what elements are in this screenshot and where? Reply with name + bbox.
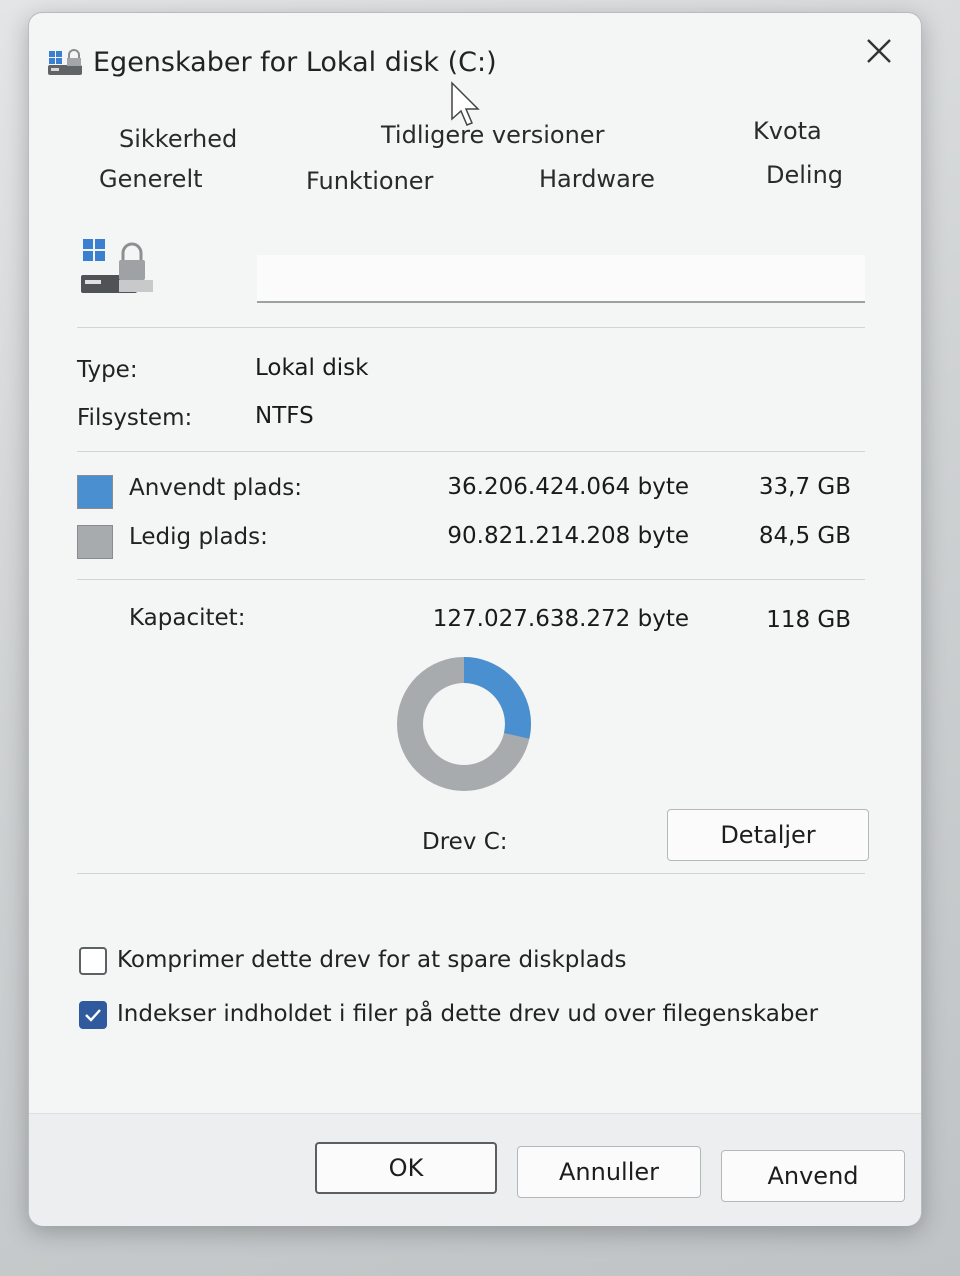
free-space-size: 84,5 GB xyxy=(758,523,851,549)
drive-name-input[interactable] xyxy=(257,255,865,303)
compress-checkbox[interactable] xyxy=(79,947,107,975)
index-label: Indekser indholdet i filer på dette drev… xyxy=(117,1001,819,1027)
dialog-footer: OK Annuller Anvend xyxy=(29,1113,921,1226)
drive-lock-icon xyxy=(81,235,155,297)
apply-button[interactable]: Anvend xyxy=(721,1150,905,1202)
cancel-button[interactable]: Annuller xyxy=(517,1146,701,1198)
properties-dialog: Egenskaber for Lokal disk (C:) Sikkerhed… xyxy=(28,12,922,1226)
separator xyxy=(77,451,865,452)
details-button[interactable]: Detaljer xyxy=(667,809,869,861)
separator xyxy=(77,579,865,580)
separator xyxy=(77,873,865,874)
window-title: Egenskaber for Lokal disk (C:) xyxy=(93,47,497,78)
ok-button[interactable]: OK xyxy=(315,1142,497,1194)
tab-kvota[interactable]: Kvota xyxy=(753,117,822,145)
capacity-size: 118 GB xyxy=(766,607,851,633)
compress-label: Komprimer dette drev for at spare diskpl… xyxy=(117,947,627,973)
tab-sikkerhed[interactable]: Sikkerhed xyxy=(119,125,237,153)
filesystem-value: NTFS xyxy=(255,403,314,429)
used-space-bytes: 36.206.424.064 byte xyxy=(447,474,689,500)
drive-icon xyxy=(47,47,83,77)
tab-funktioner[interactable]: Funktioner xyxy=(306,167,433,195)
used-space-label: Anvendt plads: xyxy=(129,475,302,501)
filesystem-label: Filsystem: xyxy=(77,405,193,431)
used-space-size: 33,7 GB xyxy=(758,474,851,500)
type-value: Lokal disk xyxy=(255,355,369,381)
capacity-label: Kapacitet: xyxy=(129,605,246,631)
drive-label: Drev C: xyxy=(422,829,508,855)
tab-deling[interactable]: Deling xyxy=(766,161,843,189)
close-button[interactable] xyxy=(859,31,899,71)
tab-hardware[interactable]: Hardware xyxy=(539,165,655,193)
tab-tidligere-versioner[interactable]: Tidligere versioner xyxy=(381,121,604,149)
checkmark-icon xyxy=(85,1009,101,1022)
index-checkbox[interactable] xyxy=(79,1001,107,1029)
disk-usage-donut xyxy=(395,655,533,793)
separator xyxy=(77,327,865,328)
free-space-swatch xyxy=(77,525,113,559)
used-space-swatch xyxy=(77,475,113,509)
close-icon xyxy=(867,39,891,63)
capacity-bytes: 127.027.638.272 byte xyxy=(432,606,689,632)
free-space-label: Ledig plads: xyxy=(129,524,268,550)
mouse-cursor-icon xyxy=(449,81,483,129)
free-space-bytes: 90.821.214.208 byte xyxy=(447,523,689,549)
tab-generelt[interactable]: Generelt xyxy=(99,165,203,193)
type-label: Type: xyxy=(77,357,138,383)
